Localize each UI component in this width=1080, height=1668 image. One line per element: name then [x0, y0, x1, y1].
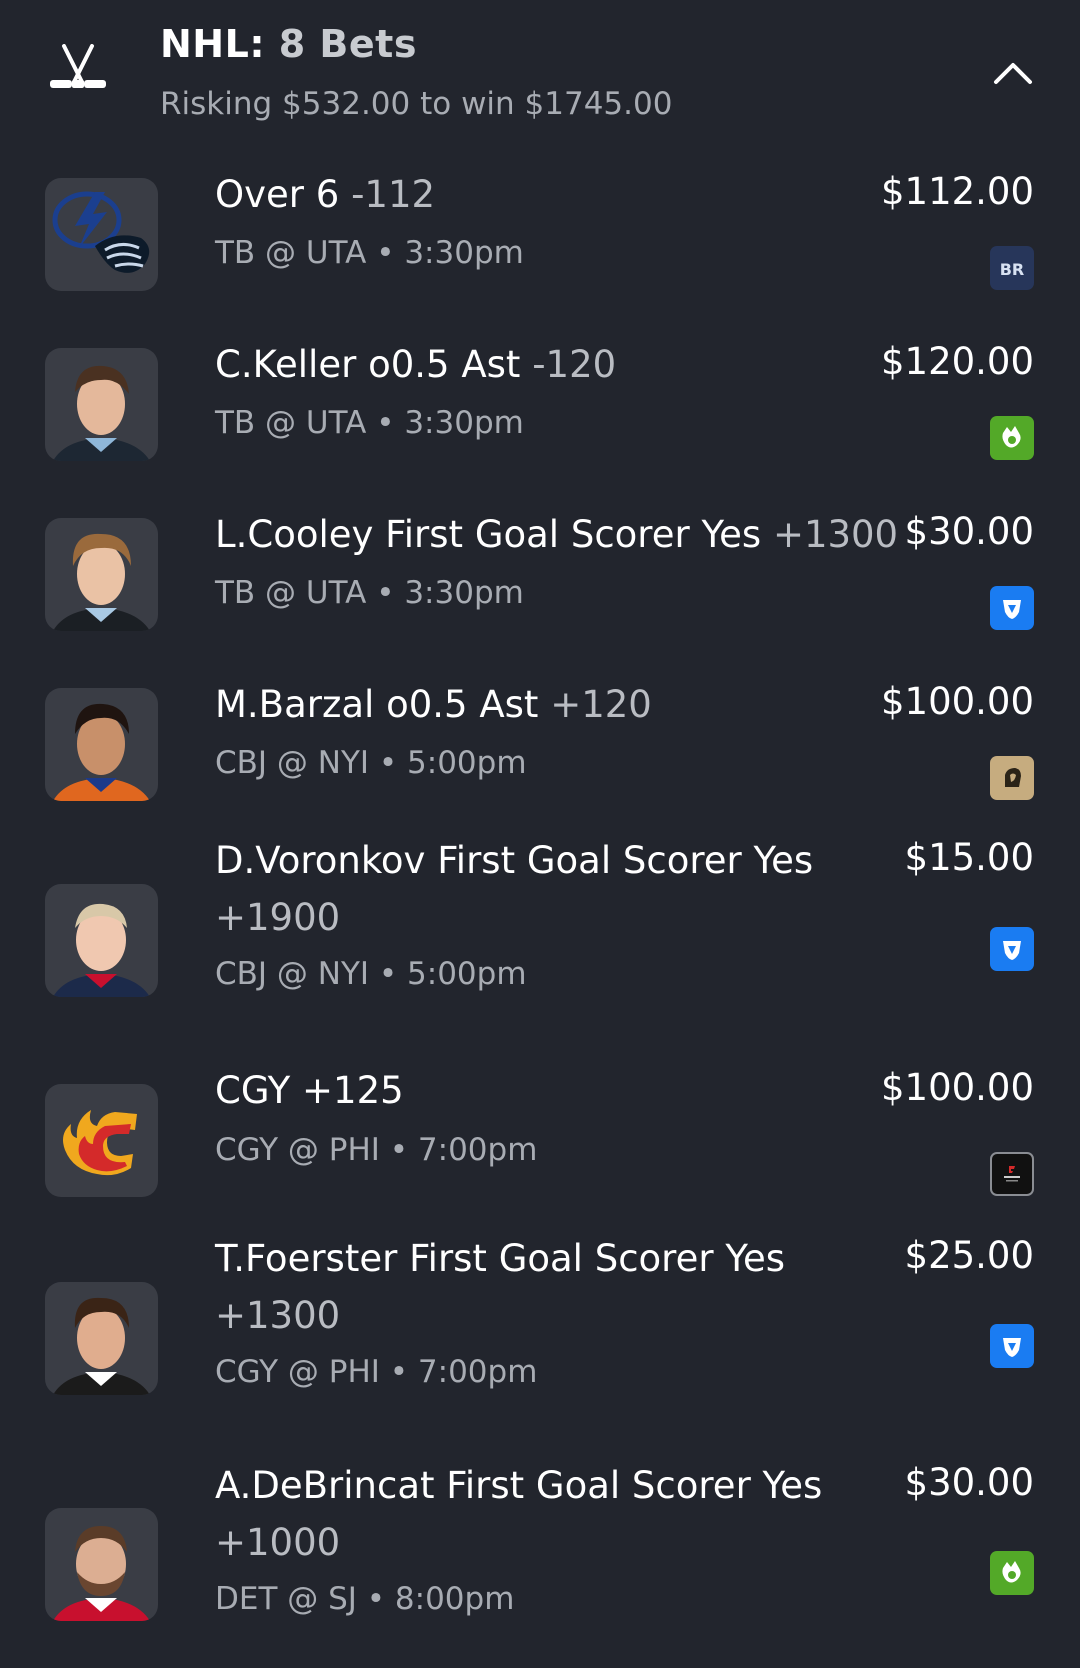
bet-selection: T.Foerster First Goal Scorer Yes [215, 1237, 786, 1280]
bet-odds: -120 [532, 343, 617, 386]
game-info: DET @ SJ • 8:00pm [215, 1581, 515, 1617]
bet-selection: L.Cooley First Goal Scorer Yes [215, 513, 762, 556]
bet-description: Over 6 -112 [215, 166, 875, 223]
game-info: CBJ @ NYI • 5:00pm [215, 956, 527, 992]
bet-row[interactable]: Over 6 -112 TB @ UTA • 3:30pm $112.00 BR [0, 160, 1080, 330]
team-logo-thumb [45, 178, 158, 291]
bet-row[interactable]: CGY +125 CGY @ PHI • 7:00pm $100.00 [0, 1066, 1080, 1238]
page-title: NHL: 8 Bets [160, 22, 417, 66]
game-info: TB @ UTA • 3:30pm [215, 575, 524, 611]
betmgm-logo-icon [990, 756, 1034, 800]
league-header[interactable]: NHL: 8 Bets Risking $532.00 to win $1745… [0, 0, 1080, 160]
bet-selection: D.Voronkov First Goal Scorer Yes [215, 839, 814, 882]
bet-selection: M.Barzal o0.5 Ast [215, 683, 539, 726]
player-headshot [45, 348, 158, 461]
bet-odds: +1300 [215, 1294, 341, 1337]
fanatics-logo-icon [990, 1152, 1034, 1196]
stake-amount: $100.00 [880, 1066, 1034, 1109]
bet-selection: C.Keller o0.5 Ast [215, 343, 521, 386]
bet-description: C.Keller o0.5 Ast -120 [215, 336, 875, 393]
player-headshot [45, 518, 158, 631]
player-headshot [45, 1282, 158, 1395]
bet-description: L.Cooley First Goal Scorer Yes +1300 [215, 506, 898, 563]
game-info: TB @ UTA • 3:30pm [215, 405, 524, 441]
bet-description: CGY +125 [215, 1062, 875, 1119]
bet-count: 8 Bets [278, 22, 417, 66]
stake-amount: $100.00 [880, 680, 1034, 723]
bet-odds: +1900 [215, 896, 341, 939]
bet-odds: +125 [302, 1069, 404, 1112]
bet-description: T.Foerster First Goal Scorer Yes +1300 [215, 1230, 875, 1344]
betrivers-logo-icon: BR [990, 246, 1034, 290]
fanduel-logo-icon [990, 927, 1034, 971]
bet-row[interactable]: C.Keller o0.5 Ast -120 TB @ UTA • 3:30pm… [0, 330, 1080, 500]
player-headshot [45, 884, 158, 997]
stake-amount: $30.00 [904, 1461, 1034, 1504]
game-info: CGY @ PHI • 7:00pm [215, 1354, 538, 1390]
bet-selection: Over 6 [215, 173, 340, 216]
bet-row[interactable]: A.DeBrincat First Goal Scorer Yes +1000 … [0, 1461, 1080, 1668]
bet-odds: +1000 [215, 1521, 341, 1564]
bet-odds: +1300 [772, 513, 899, 556]
bet-odds: -112 [351, 173, 436, 216]
bet-row[interactable]: T.Foerster First Goal Scorer Yes +1300 C… [0, 1234, 1080, 1438]
draftkings-logo-icon [990, 416, 1034, 460]
draftkings-logo-icon [990, 1551, 1034, 1595]
bet-odds: +120 [550, 683, 652, 726]
team-logo-thumb [45, 1084, 158, 1197]
stake-amount: $30.00 [904, 510, 1034, 553]
player-headshot [45, 1508, 158, 1621]
game-info: TB @ UTA • 3:30pm [215, 235, 524, 271]
hockey-sticks-icon [48, 44, 108, 98]
league-name: NHL: [160, 22, 266, 66]
player-headshot [45, 688, 158, 801]
risk-summary: Risking $532.00 to win $1745.00 [160, 86, 673, 122]
stake-amount: $120.00 [880, 340, 1034, 383]
bet-row[interactable]: M.Barzal o0.5 Ast +120 CBJ @ NYI • 5:00p… [0, 670, 1080, 840]
stake-amount: $15.00 [904, 836, 1034, 879]
bet-selection: CGY [215, 1069, 291, 1112]
bet-description: D.Voronkov First Goal Scorer Yes +1900 [215, 832, 875, 946]
bets-screen: NHL: 8 Bets Risking $532.00 to win $1745… [0, 0, 1080, 1668]
stake-amount: $25.00 [904, 1234, 1034, 1277]
game-info: CBJ @ NYI • 5:00pm [215, 745, 527, 781]
fanduel-logo-icon [990, 586, 1034, 630]
fanduel-logo-icon [990, 1324, 1034, 1368]
bet-description: A.DeBrincat First Goal Scorer Yes +1000 [215, 1457, 875, 1571]
game-info: CGY @ PHI • 7:00pm [215, 1132, 538, 1168]
svg-text:BR: BR [1000, 260, 1025, 279]
bet-row[interactable]: L.Cooley First Goal Scorer Yes +1300 TB … [0, 500, 1080, 670]
stake-amount: $112.00 [880, 170, 1034, 213]
chevron-up-icon[interactable] [990, 52, 1036, 92]
bet-description: M.Barzal o0.5 Ast +120 [215, 676, 875, 733]
bet-selection: A.DeBrincat First Goal Scorer Yes [215, 1464, 823, 1507]
bet-row[interactable]: D.Voronkov First Goal Scorer Yes +1900 C… [0, 836, 1080, 1040]
